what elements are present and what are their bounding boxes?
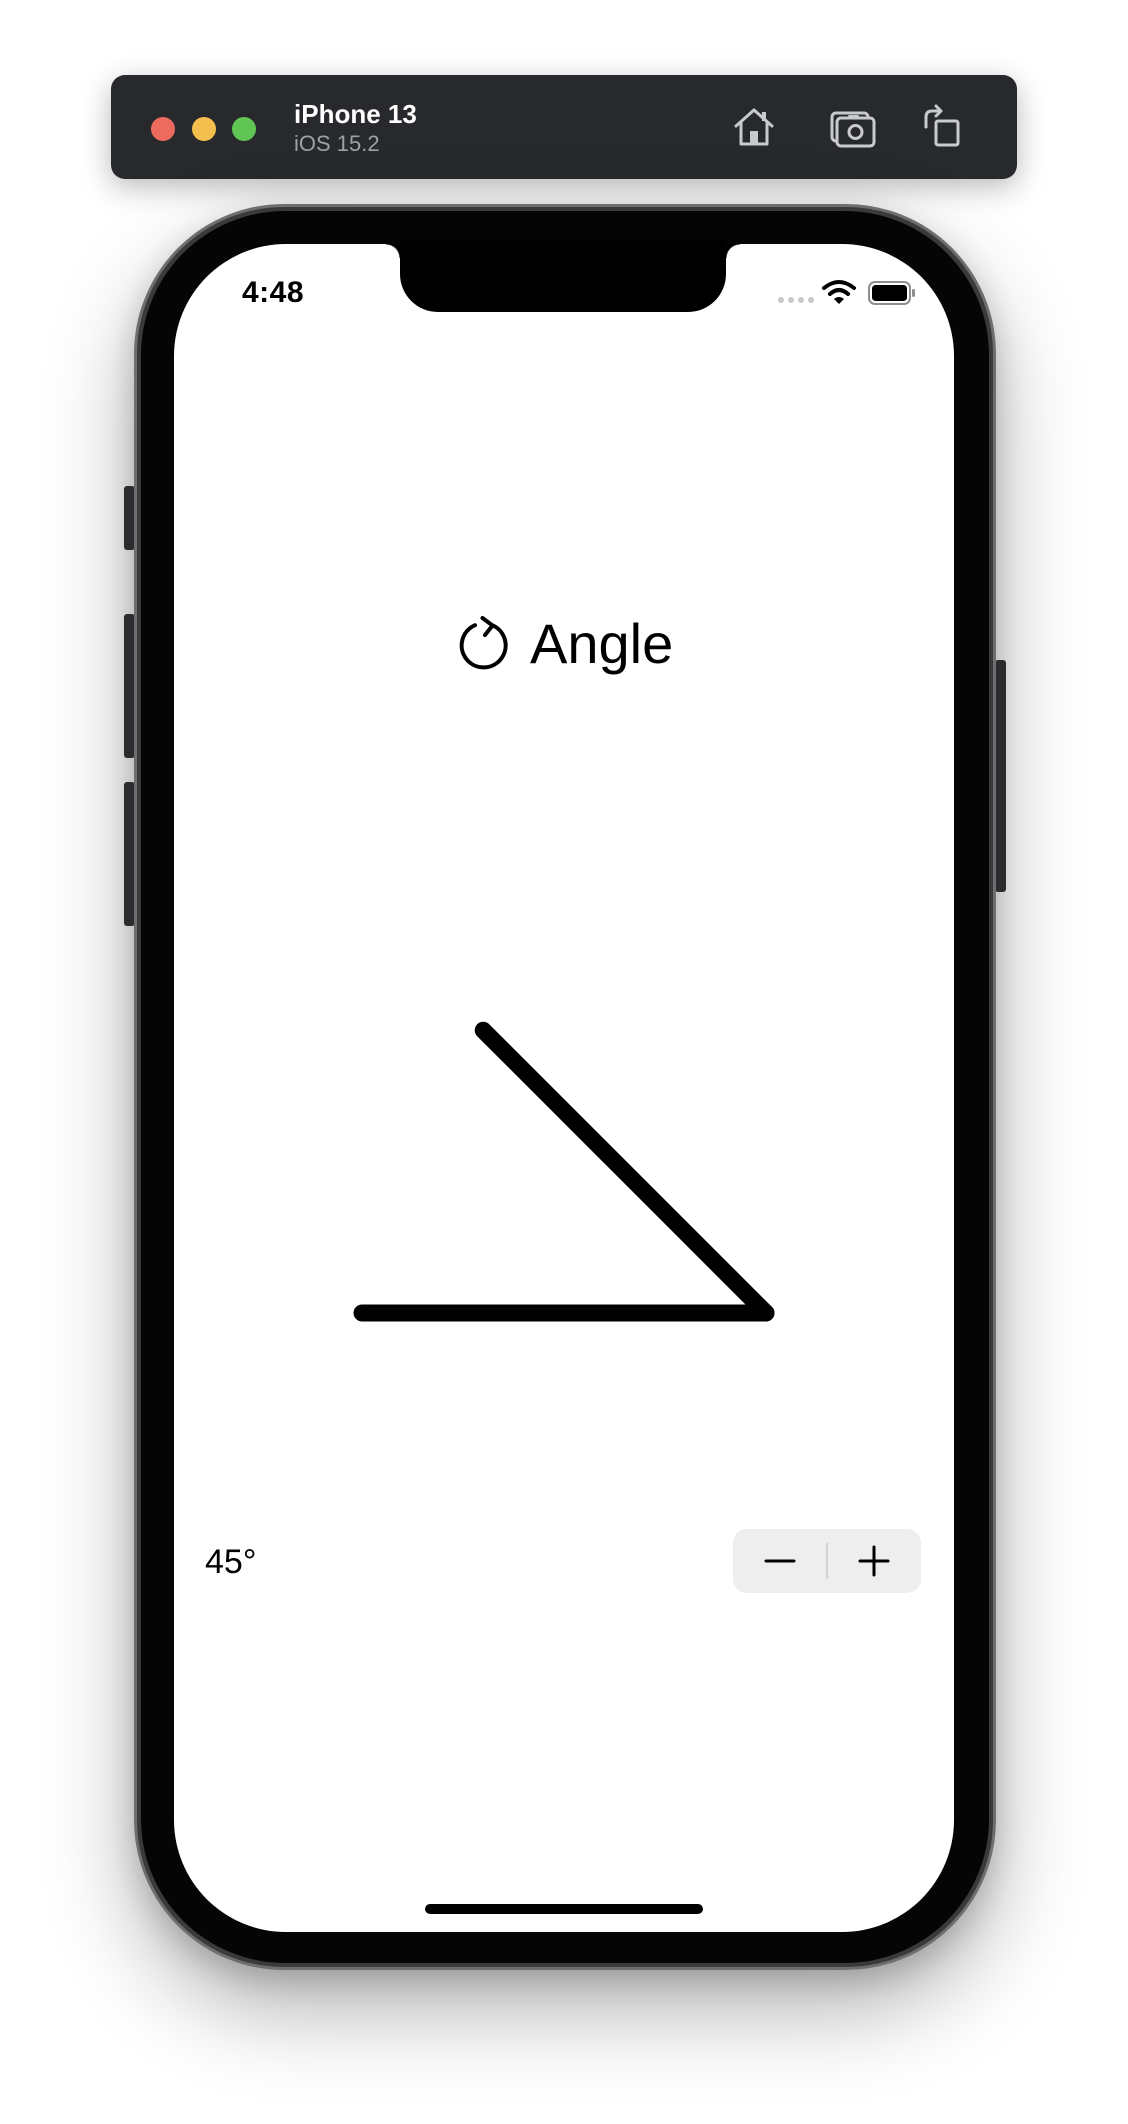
battery-icon <box>868 281 915 305</box>
plus-icon <box>858 1545 890 1577</box>
notch <box>386 240 740 312</box>
home-icon[interactable] <box>730 103 778 151</box>
angle-figure <box>353 1021 775 1322</box>
decrement-button[interactable] <box>733 1529 827 1593</box>
angle-stepper[interactable] <box>733 1529 921 1593</box>
zoom-window-button[interactable] <box>232 117 256 141</box>
close-window-button[interactable] <box>151 117 175 141</box>
angle-rotating-ray <box>474 1021 775 1322</box>
minus-icon <box>764 1559 796 1563</box>
rotate-clockwise-icon <box>459 616 508 670</box>
device-name: iPhone 13 <box>294 99 417 129</box>
minimize-window-button[interactable] <box>192 117 216 141</box>
status-time: 4:48 <box>242 276 305 309</box>
cellular-signal-icon <box>778 297 814 305</box>
angle-value-label: 45° <box>205 1543 257 1581</box>
simulator-window: iPhone 13 iOS 15.2 4:48 Angle 45° <box>0 0 1128 2124</box>
title-label: Angle <box>456 612 673 676</box>
page-title: Angle <box>530 612 674 675</box>
home-indicator[interactable] <box>425 1904 703 1914</box>
increment-button[interactable] <box>827 1529 921 1593</box>
side-power-button <box>995 660 1006 892</box>
screenshot-icon[interactable] <box>829 103 877 151</box>
wifi-icon <box>822 280 856 304</box>
rotate-device-icon[interactable] <box>918 103 966 151</box>
device-os-version: iOS 15.2 <box>294 131 380 156</box>
